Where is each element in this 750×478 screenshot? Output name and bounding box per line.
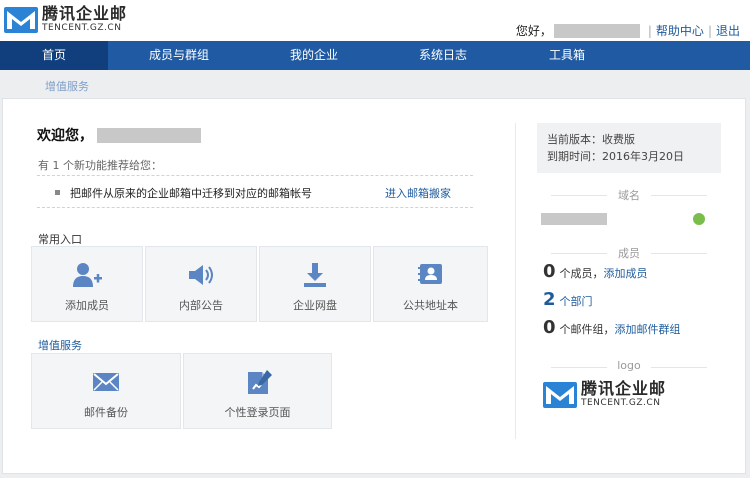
members-heading: 成员 xyxy=(537,245,721,261)
nav-members-groups[interactable]: 成员与群组 xyxy=(108,41,250,70)
domain-row xyxy=(537,203,721,231)
logo-name-en: TENCENT.GZ.CN xyxy=(581,398,661,408)
common-entries-label: 常用入口 xyxy=(38,233,82,246)
user-bar: 您好， | 帮助中心 | 退出 xyxy=(516,22,740,39)
nav-value-added[interactable]: 增值服务 xyxy=(45,78,89,94)
sidebar: 当前版本：收费版 到期时间：2016年3月20日 域名 成员 0 个成员， 添加… xyxy=(537,123,721,408)
departments-unit: 个部门 xyxy=(559,295,593,308)
welcome-heading: 欢迎您， xyxy=(37,125,201,145)
tile-label: 公共地址本 xyxy=(403,299,458,312)
announcement-tile[interactable]: 内部公告 xyxy=(145,246,257,322)
add-member-tile[interactable]: 添加成员 xyxy=(31,246,143,322)
contact-card-icon xyxy=(417,264,442,284)
add-user-icon xyxy=(73,263,102,287)
tile-label: 个性登录页面 xyxy=(224,406,291,419)
edit-page-icon xyxy=(247,370,272,394)
username-redacted xyxy=(97,127,201,143)
dashboard-panel: 欢迎您， 有 1 个新功能推荐给您： 把邮件从原来的企业邮箱中迁移到对应的邮箱帐… xyxy=(2,98,746,474)
recommend-text: 有 1 个新功能推荐给您： xyxy=(38,159,162,172)
groups-count: 0 xyxy=(543,317,556,338)
logo-envelope-icon xyxy=(4,6,38,33)
groups-unit: 个邮件组， xyxy=(559,323,615,336)
custom-login-tile[interactable]: 个性登录页面 xyxy=(183,353,332,429)
common-entries: 添加成员 内部公告 企业网盘 公共地址本 xyxy=(31,246,488,322)
version-text: 当前版本：收费版 xyxy=(547,133,635,146)
domain-redacted xyxy=(541,213,607,225)
netdisk-tile[interactable]: 企业网盘 xyxy=(259,246,371,322)
separator: | xyxy=(647,23,652,38)
username-redacted xyxy=(553,23,640,38)
verified-check-icon xyxy=(693,213,705,225)
recommend-box: 把邮件从原来的企业邮箱中迁移到对应的邮箱帐号 进入邮箱搬家 xyxy=(37,175,473,208)
nav-home[interactable]: 首页 xyxy=(0,41,108,70)
recommend-item: 把邮件从原来的企业邮箱中迁移到对应的邮箱帐号 xyxy=(70,187,312,200)
tile-label: 添加成员 xyxy=(65,299,109,312)
separator: | xyxy=(707,23,712,38)
bullet-icon xyxy=(55,190,60,195)
departments-stat[interactable]: 2 个部门 xyxy=(537,289,721,317)
address-book-tile[interactable]: 公共地址本 xyxy=(373,246,488,322)
logo-envelope-icon xyxy=(543,381,577,408)
members-unit: 个成员， xyxy=(559,267,604,280)
tile-label: 企业网盘 xyxy=(293,299,337,312)
speaker-icon xyxy=(189,265,213,285)
nav-system-log[interactable]: 系统日志 xyxy=(378,41,508,70)
add-member-link[interactable]: 添加成员 xyxy=(604,265,648,281)
nav-my-enterprise[interactable]: 我的企业 xyxy=(250,41,378,70)
welcome-text: 欢迎您， xyxy=(37,128,93,144)
logo-name-cn: 腾讯企业邮 xyxy=(42,4,128,23)
departments-count: 2 xyxy=(543,289,556,310)
main-nav: 首页 成员与群组 我的企业 系统日志 工具箱 xyxy=(0,41,750,70)
tile-label: 邮件备份 xyxy=(84,406,128,419)
domain-heading: 域名 xyxy=(537,187,721,203)
mail-icon xyxy=(93,373,119,391)
logout-link[interactable]: 退出 xyxy=(716,22,740,39)
help-link[interactable]: 帮助中心 xyxy=(656,22,704,39)
groups-stat: 0 个邮件组， 添加邮件群组 xyxy=(537,317,721,345)
value-added-entries: 邮件备份 个性登录页面 xyxy=(31,353,332,429)
version-box: 当前版本：收费版 到期时间：2016年3月20日 xyxy=(537,123,721,173)
logo-name-en: TENCENT.GZ.CN xyxy=(42,23,122,33)
company-logo[interactable]: 腾讯企业邮 TENCENT.GZ.CN xyxy=(537,381,721,408)
mail-migration-link[interactable]: 进入邮箱搬家 xyxy=(385,185,451,201)
nav-toolbox[interactable]: 工具箱 xyxy=(508,41,626,70)
greeting: 您好， xyxy=(515,24,552,38)
expire-text: 到期时间：2016年3月20日 xyxy=(547,150,684,163)
members-count: 0 xyxy=(543,261,556,282)
brand-logo[interactable]: 腾讯企业邮 TENCENT.GZ.CN xyxy=(4,6,127,33)
download-icon xyxy=(304,263,326,287)
logo-heading: logo xyxy=(537,359,721,375)
members-stat: 0 个成员， 添加成员 xyxy=(537,261,721,289)
add-group-link[interactable]: 添加邮件群组 xyxy=(615,321,681,337)
vertical-divider xyxy=(515,123,516,439)
tile-label: 内部公告 xyxy=(179,299,223,312)
top-bar: 腾讯企业邮 TENCENT.GZ.CN 您好， | 帮助中心 | 退出 xyxy=(0,0,750,41)
logo-name-cn: 腾讯企业邮 xyxy=(581,379,667,398)
value-added-label[interactable]: 增值服务 xyxy=(38,337,82,353)
mail-backup-tile[interactable]: 邮件备份 xyxy=(31,353,181,429)
